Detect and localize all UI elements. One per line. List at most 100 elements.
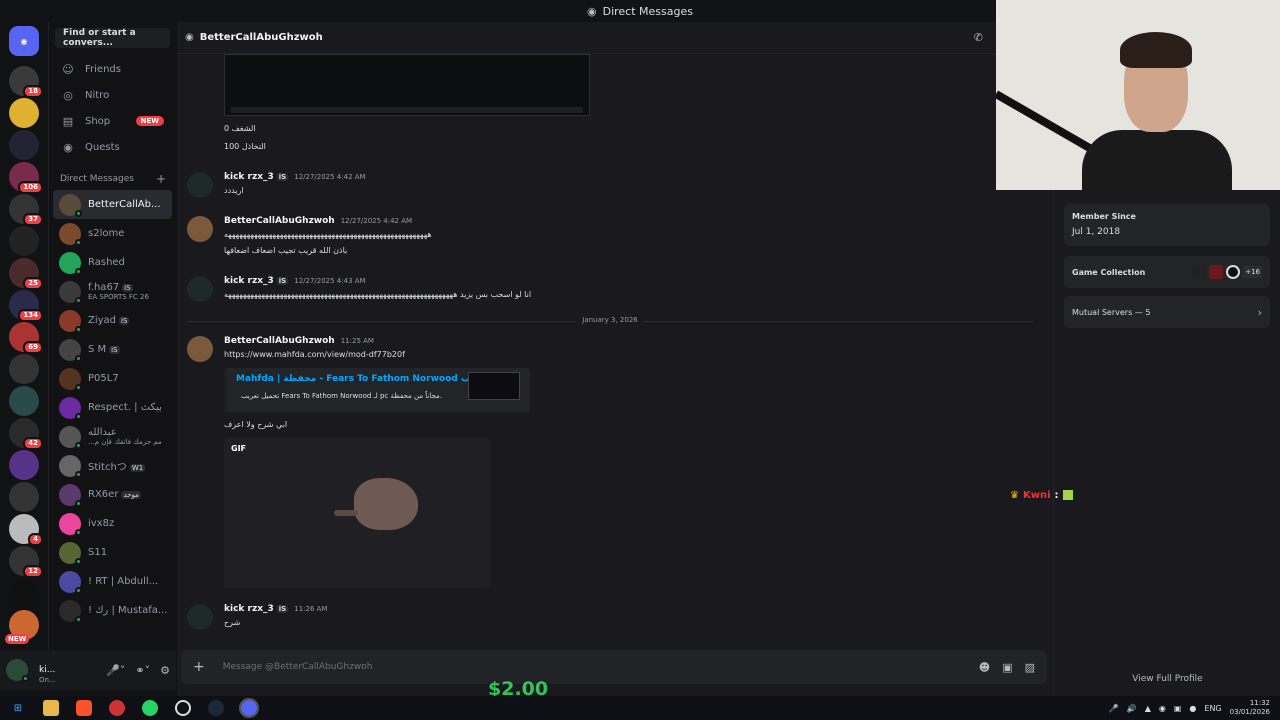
nav-shop[interactable]: ▤ Shop NEW bbox=[49, 108, 176, 134]
gift-icon[interactable]: ▨ bbox=[1025, 661, 1035, 674]
message-avatar[interactable] bbox=[187, 216, 213, 242]
mutual-servers-card[interactable]: Mutual Servers — 5 › bbox=[1064, 296, 1270, 328]
gif-attachment[interactable]: GIF bbox=[224, 438, 490, 588]
message-avatar[interactable] bbox=[187, 172, 213, 198]
message-link[interactable]: https://www.mahfda.com/view/mod-df77b20f bbox=[224, 350, 405, 359]
nav-label: Quests bbox=[85, 141, 120, 153]
embed-thumbnail[interactable] bbox=[468, 372, 520, 400]
server-icon[interactable]: 12 bbox=[9, 546, 43, 578]
dm-item[interactable]: S11 bbox=[49, 538, 176, 567]
message-input[interactable]: Message @BetterCallAbuGhzwoh bbox=[223, 662, 373, 672]
dm-item[interactable]: Rashed bbox=[49, 248, 176, 277]
message-author[interactable]: kick rzx_3 iS 11:26 AM bbox=[224, 604, 327, 614]
message-composer[interactable]: + Message @BetterCallAbuGhzwoh ☻ ▣ ▨ bbox=[181, 650, 1047, 684]
server-icon[interactable]: 18 bbox=[9, 66, 43, 98]
add-attachment-icon[interactable]: + bbox=[193, 659, 205, 675]
server-icon[interactable]: NEW bbox=[5, 610, 39, 644]
dm-item[interactable]: ! RT | Abdull... bbox=[49, 567, 176, 596]
server-icon[interactable]: 25 bbox=[9, 258, 43, 290]
find-conversation-button[interactable]: Find or start a convers... bbox=[55, 28, 170, 48]
message-list[interactable]: الشغف 0 التخاذل 100 kick rzx_3 iS 12/27/20… bbox=[177, 54, 1053, 644]
volume-icon[interactable]: 🔊 bbox=[1127, 704, 1137, 713]
dm-item[interactable]: ivx8z bbox=[49, 509, 176, 538]
dm-item[interactable]: Ziyad iS bbox=[49, 306, 176, 335]
call-icon[interactable]: ✆ bbox=[974, 31, 983, 44]
friends-icon: ☺ bbox=[62, 62, 74, 76]
user-name: ki... bbox=[39, 664, 56, 675]
message-avatar[interactable] bbox=[187, 276, 213, 302]
webcam-overlay bbox=[996, 0, 1280, 190]
server-icon[interactable] bbox=[9, 226, 39, 256]
server-icon[interactable] bbox=[9, 130, 39, 160]
avatar bbox=[59, 454, 82, 478]
embed-title[interactable]: Mahfda | محفظة - Fears To Fathom Norwood… bbox=[236, 374, 488, 384]
message-author[interactable]: kick rzx_3 iS 12/27/2025 4:42 AM bbox=[224, 172, 366, 182]
message-avatar[interactable] bbox=[187, 336, 213, 362]
sticker-icon[interactable]: ▣ bbox=[1002, 661, 1012, 674]
obs-icon[interactable] bbox=[175, 700, 191, 716]
message-line: الشغف 0 bbox=[224, 124, 256, 133]
file-explorer-icon[interactable] bbox=[43, 700, 59, 716]
windows-start-icon[interactable]: ⊞ bbox=[10, 700, 26, 716]
message-avatar[interactable] bbox=[187, 604, 213, 630]
tray-app-icon[interactable]: ◉ bbox=[1159, 704, 1166, 713]
dm-item[interactable]: ! رك | Mustafa... bbox=[49, 596, 176, 625]
dm-item[interactable]: s2lome bbox=[49, 219, 176, 248]
nav-label: Nitro bbox=[85, 89, 110, 101]
avatar bbox=[59, 338, 82, 362]
home-button[interactable]: ◉ bbox=[9, 26, 39, 56]
game-icon bbox=[1209, 265, 1224, 279]
steam-icon[interactable] bbox=[208, 700, 224, 716]
nav-nitro[interactable]: ◎ Nitro bbox=[49, 82, 176, 108]
mute-mic-icon[interactable]: 🎤˅ bbox=[106, 664, 125, 677]
game-collection-card[interactable]: Game Collection +16 bbox=[1064, 256, 1270, 288]
message-author[interactable]: kick rzx_3 iS 12/27/2025 4:43 AM bbox=[224, 276, 366, 286]
headphones-icon[interactable]: ⚭˅ bbox=[135, 664, 150, 677]
message-author[interactable]: BetterCallAbuGhzwoh 11:25 AM bbox=[224, 336, 374, 346]
brave-browser-icon[interactable] bbox=[76, 700, 92, 716]
settings-gear-icon[interactable]: ⚙ bbox=[160, 664, 170, 677]
dm-item[interactable]: Respect. | بيكث bbox=[49, 393, 176, 422]
chrome-icon[interactable] bbox=[109, 700, 125, 716]
network-icon[interactable]: ▲ bbox=[1145, 704, 1151, 713]
server-icon[interactable] bbox=[9, 98, 39, 128]
clock[interactable]: 11:32 03/01/2026 bbox=[1230, 699, 1270, 717]
server-icon[interactable]: 42 bbox=[9, 418, 43, 450]
dm-item[interactable]: S MiS bbox=[49, 335, 176, 364]
dm-name: ! رك | Mustafa... bbox=[88, 605, 168, 616]
server-icon[interactable]: 37 bbox=[9, 194, 43, 226]
dm-item[interactable]: P05L7 bbox=[49, 364, 176, 393]
server-icon[interactable] bbox=[9, 354, 39, 384]
language-indicator[interactable]: ENG bbox=[1204, 704, 1221, 713]
nav-quests[interactable]: ◉ Quests bbox=[49, 134, 176, 160]
image-attachment[interactable] bbox=[224, 54, 590, 116]
message-text: هههههههههههههههههههههههههههههههههههههههه… bbox=[224, 230, 432, 239]
create-dm-button[interactable]: + bbox=[156, 172, 166, 186]
tray-app-icon[interactable]: ● bbox=[1189, 704, 1196, 713]
discord-icon: ◉ bbox=[587, 4, 597, 18]
emoji-icon[interactable]: ☻ bbox=[979, 661, 990, 674]
server-icon[interactable]: 106 bbox=[9, 162, 43, 194]
dm-item[interactable]: f.ha67 iS EA SPORTS FC 26 bbox=[49, 277, 176, 306]
server-icon[interactable]: 134 bbox=[9, 290, 43, 322]
whatsapp-icon[interactable] bbox=[142, 700, 158, 716]
server-icon[interactable] bbox=[9, 578, 39, 608]
server-icon[interactable] bbox=[9, 450, 39, 480]
dm-item[interactable]: Stitchつ W1 bbox=[49, 451, 176, 480]
dm-item[interactable]: RX6er موحد bbox=[49, 480, 176, 509]
server-icon[interactable]: 69 bbox=[9, 322, 43, 354]
dm-name: f.ha67 bbox=[88, 282, 120, 293]
discord-taskbar-icon[interactable] bbox=[239, 698, 259, 718]
message-author[interactable]: BetterCallAbuGhzwoh 12/27/2025 4:42 AM bbox=[224, 216, 412, 226]
nav-friends[interactable]: ☺ Friends bbox=[49, 56, 176, 82]
server-icon[interactable] bbox=[9, 386, 39, 416]
tray-app-icon[interactable]: ▣ bbox=[1174, 704, 1182, 713]
dm-item[interactable]: عبدالله ...مم حزمك فائقك فإن م bbox=[49, 422, 176, 451]
server-icon[interactable]: 4 bbox=[9, 514, 43, 546]
server-list[interactable]: ◉ 18 106 37 25 134 69 42 4 12 NEW bbox=[0, 22, 48, 696]
server-icon[interactable] bbox=[9, 482, 39, 512]
dm-item[interactable]: BetterCallAb... bbox=[53, 190, 172, 219]
view-full-profile-button[interactable]: View Full Profile bbox=[1054, 674, 1280, 684]
mic-tray-icon[interactable]: 🎤 bbox=[1109, 704, 1119, 713]
user-avatar[interactable] bbox=[6, 659, 29, 682]
